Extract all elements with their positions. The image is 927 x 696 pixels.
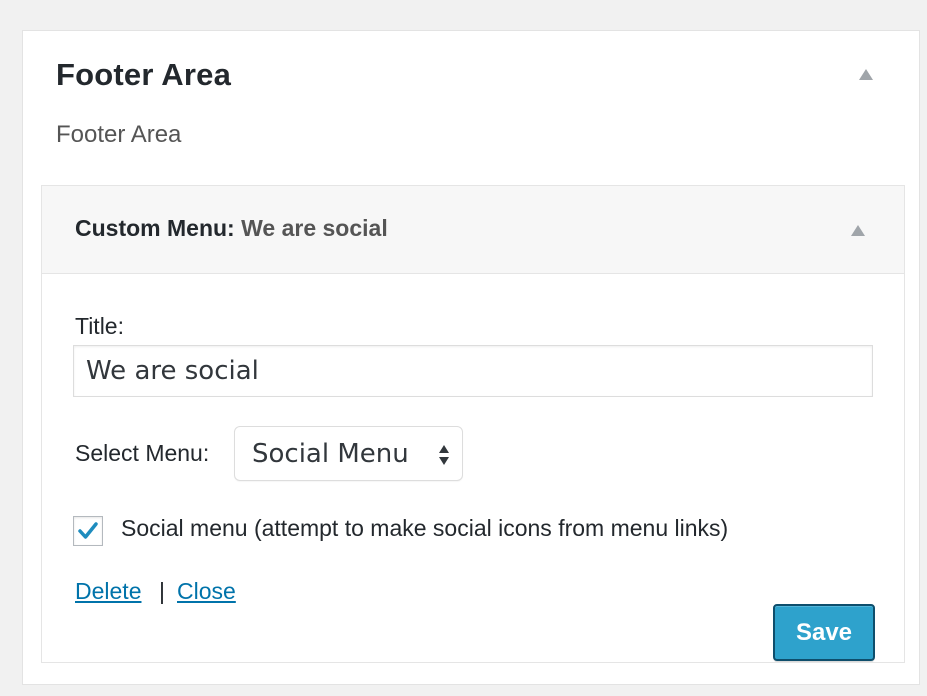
title-input[interactable] [73,345,873,397]
close-link[interactable]: Close [177,578,236,605]
menu-select-value: Social Menu [252,439,409,469]
up-down-caret-icon [439,445,449,465]
widget-heading: Custom Menu: We are social [75,215,388,242]
social-menu-checkbox-label[interactable]: Social menu (attempt to make social icon… [121,515,728,542]
widget-collapse-icon[interactable] [851,225,865,236]
widget-header[interactable]: Custom Menu: We are social [42,186,904,274]
title-label: Title: [75,313,124,339]
widget-type-label: Custom Menu: [75,215,235,241]
select-menu-label: Select Menu: [75,440,210,466]
area-description: Footer Area [56,121,182,148]
widget-area-panel: Footer Area Footer Area Custom Menu: We … [22,30,920,685]
area-title: Footer Area [56,57,232,92]
area-collapse-icon[interactable] [859,69,873,80]
widget-instance-title: We are social [241,215,388,241]
menu-select[interactable]: Social Menu [234,426,463,481]
save-button[interactable]: Save [773,604,875,661]
social-menu-checkbox[interactable] [73,516,103,546]
checkmark-icon [78,522,98,539]
custom-menu-widget: Custom Menu: We are social Title: Select… [41,185,905,663]
link-separator: | [159,578,165,604]
delete-link[interactable]: Delete [75,578,141,605]
